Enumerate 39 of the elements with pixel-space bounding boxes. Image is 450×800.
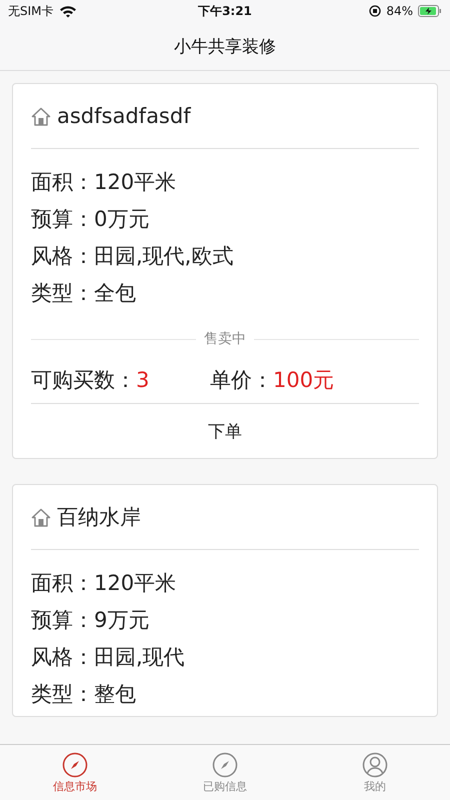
battery-icon (418, 5, 442, 17)
field-value: 田园,现代,欧式 (94, 242, 234, 270)
tab-item[interactable]: 已购信息 (150, 745, 300, 800)
field-label: 面积： (31, 570, 94, 596)
field-value: 120平米 (94, 570, 176, 596)
field-value: 田园,现代 (94, 644, 185, 670)
field-value: 120平米 (94, 168, 176, 196)
field-label: 类型： (31, 280, 94, 306)
field-value: 9万元 (94, 606, 150, 634)
house-icon (31, 106, 51, 126)
field-value: 0万元 (94, 206, 150, 232)
quantity-label: 可购买数： (31, 367, 136, 394)
quantity-value: 3 (136, 368, 150, 392)
sale-status: 售卖中 (204, 330, 246, 348)
field-label: 类型： (31, 680, 94, 708)
tab-item[interactable]: 我的 (300, 745, 450, 800)
listing-title: asdfsadfasdf (57, 104, 191, 128)
person-icon (362, 752, 388, 778)
tab-item[interactable]: 信息市场 (0, 745, 150, 800)
house-icon (31, 508, 51, 526)
carrier-text: 无SIM卡 (8, 2, 54, 20)
clock-text: 下午3:21 (198, 2, 252, 20)
field-value: 整包 (94, 680, 136, 708)
compass-icon (62, 752, 88, 778)
price-label: 单价： (210, 367, 273, 394)
listing-title: 百纳水岸 (57, 504, 141, 531)
compass-icon (212, 752, 238, 778)
wifi-icon (58, 4, 77, 18)
field-label: 风格： (31, 242, 94, 270)
order-button[interactable]: 下单 (31, 404, 419, 458)
price-value: 100元 (273, 367, 334, 394)
rotation-lock-icon (369, 5, 382, 17)
field-label: 风格： (31, 644, 94, 670)
nav-title: 小牛共享装修 (174, 36, 276, 58)
field-label: 预算： (31, 206, 94, 232)
field-value: 全包 (94, 280, 136, 306)
field-label: 面积： (31, 168, 94, 196)
battery-percent: 84% (386, 4, 413, 18)
field-label: 预算： (31, 606, 94, 634)
